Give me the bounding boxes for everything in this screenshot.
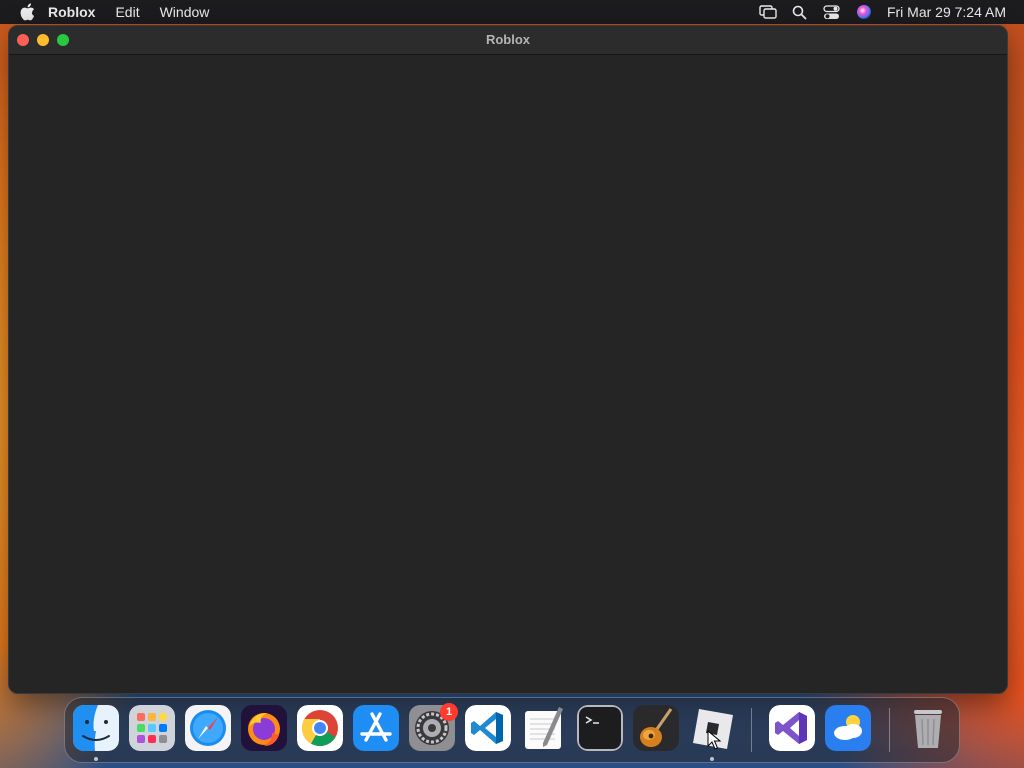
visual-studio-icon[interactable]	[769, 705, 815, 751]
siri-icon[interactable]	[853, 0, 875, 24]
chrome-icon[interactable]	[297, 705, 343, 751]
menu-edit[interactable]: Edit	[115, 0, 139, 24]
search-icon[interactable]	[789, 0, 811, 24]
finder-running-indicator	[94, 757, 98, 761]
window-content-area	[9, 55, 1007, 693]
window-titlebar[interactable]: Roblox	[9, 26, 1007, 55]
garageband-icon[interactable]	[633, 705, 679, 751]
roblox-running-indicator	[710, 757, 714, 761]
terminal-icon[interactable]	[577, 705, 623, 751]
textedit-icon[interactable]	[521, 705, 567, 751]
vscode-icon[interactable]	[465, 705, 511, 751]
weather-icon[interactable]	[825, 705, 871, 751]
menu-bar: Roblox Edit Window Fri Mar 29 7:24 AM	[0, 0, 1024, 24]
launchpad-icon[interactable]	[129, 705, 175, 751]
dock-separator	[889, 708, 890, 752]
system-settings-badge: 1	[440, 703, 458, 721]
dock	[64, 697, 960, 763]
safari-icon[interactable]	[185, 705, 231, 751]
menu-bar-status-area: Fri Mar 29 7:24 AM	[757, 0, 1024, 24]
app-store-icon[interactable]	[353, 705, 399, 751]
menu-bar-clock[interactable]: Fri Mar 29 7:24 AM	[887, 4, 1006, 20]
firefox-icon[interactable]	[241, 705, 287, 751]
screen-mirroring-icon[interactable]	[757, 0, 779, 24]
menu-app-name[interactable]: Roblox	[48, 0, 95, 24]
roblox-window: Roblox	[8, 25, 1008, 694]
trash-icon[interactable]	[905, 705, 951, 751]
apple-menu-icon[interactable]	[16, 0, 38, 24]
menu-window[interactable]: Window	[160, 0, 210, 24]
mouse-pointer-icon	[707, 730, 721, 750]
control-center-icon[interactable]	[821, 0, 843, 24]
finder-icon[interactable]	[73, 705, 119, 751]
dock-separator	[751, 708, 752, 752]
window-title: Roblox	[485, 32, 531, 47]
